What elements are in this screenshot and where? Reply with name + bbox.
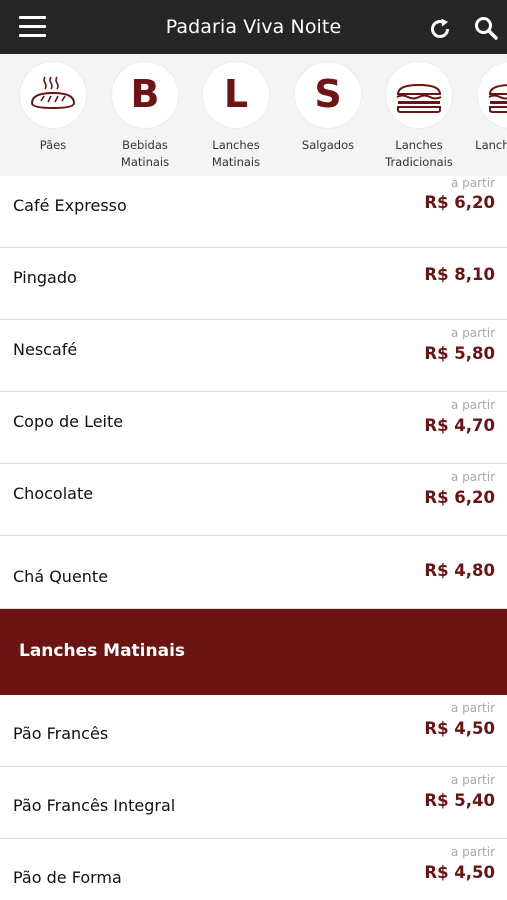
price-prefix: a partir — [450, 773, 495, 787]
list-item[interactable]: Pão Francês Integral a partir R$ 5,40 — [0, 767, 507, 839]
list-item[interactable]: Pingado R$ 8,10 — [0, 248, 507, 320]
sandwich-icon — [386, 62, 452, 128]
bread-icon — [20, 62, 86, 128]
category-label: Salgados — [301, 138, 355, 152]
item-price: R$ 6,20 — [424, 488, 495, 507]
category-label: Lanches Matinais — [211, 138, 261, 169]
price-prefix: a partir — [450, 470, 495, 484]
item-price: R$ 4,50 — [424, 863, 495, 882]
category-letter: S — [314, 72, 342, 116]
category-label: Bebidas Matinais — [120, 138, 170, 169]
list-item[interactable]: Pão de Forma a partir R$ 4,50 — [0, 839, 507, 900]
category-letter: L — [223, 72, 249, 116]
category-lanches-matinais[interactable]: L Lanches Matinais — [191, 62, 281, 171]
price-prefix: a partir — [450, 701, 495, 715]
list-item[interactable]: Nescafé a partir R$ 5,80 — [0, 320, 507, 392]
price-prefix: a partir — [450, 176, 495, 190]
category-salgados[interactable]: S Salgados — [283, 62, 373, 154]
item-name: Pingado — [13, 268, 77, 287]
menu-list: Café Expresso a partir R$ 6,20 Pingado R… — [0, 176, 507, 900]
section-title: Lanches Matinais — [19, 641, 186, 661]
sandwich-icon — [478, 62, 507, 128]
item-price: R$ 4,70 — [424, 416, 495, 435]
item-name: Pão de Forma — [13, 868, 122, 887]
list-item[interactable]: Chá Quente R$ 4,80 — [0, 536, 507, 609]
category-label: Lanches Esp — [475, 138, 507, 152]
category-carousel: Pães B Bebidas Matinais L Lanches Matina… — [0, 54, 507, 176]
list-item[interactable]: Pão Francês a partir R$ 4,50 — [0, 695, 507, 767]
category-lanches-tradicionais[interactable]: Lanches Tradicionais — [374, 62, 464, 171]
item-price: R$ 5,40 — [424, 791, 495, 810]
category-label: Lanches Tradicionais — [385, 138, 453, 169]
item-name: Café Expresso — [13, 196, 127, 215]
category-letter: B — [130, 72, 160, 116]
price-prefix: a partir — [450, 845, 495, 859]
item-name: Pão Francês — [13, 724, 109, 743]
category-label: Pães — [39, 138, 67, 152]
list-item[interactable]: Café Expresso a partir R$ 6,20 — [0, 176, 507, 248]
list-item[interactable]: Chocolate a partir R$ 6,20 — [0, 464, 507, 536]
item-name: Chá Quente — [13, 567, 109, 586]
item-name: Chocolate — [13, 484, 94, 503]
item-price: R$ 8,10 — [424, 265, 495, 284]
item-price: R$ 6,20 — [424, 193, 495, 212]
item-price: R$ 4,50 — [424, 719, 495, 738]
category-letter-badge: B — [112, 62, 178, 128]
item-price: R$ 4,80 — [424, 561, 495, 580]
price-prefix: a partir — [450, 326, 495, 340]
category-paes[interactable]: Pães — [8, 62, 98, 154]
item-name: Pão Francês Integral — [13, 796, 176, 815]
list-item[interactable]: Copo de Leite a partir R$ 4,70 — [0, 392, 507, 464]
item-name: Nescafé — [13, 340, 78, 359]
item-name: Copo de Leite — [13, 412, 124, 431]
category-letter-badge: S — [295, 62, 361, 128]
price-prefix: a partir — [450, 398, 495, 412]
refresh-icon[interactable] — [427, 16, 453, 42]
category-lanches-especiais[interactable]: Lanches Esp — [466, 62, 507, 154]
item-price: R$ 5,80 — [424, 344, 495, 363]
category-bebidas-matinais[interactable]: B Bebidas Matinais — [100, 62, 190, 171]
search-icon[interactable] — [473, 15, 499, 41]
top-app-bar: Padaria Viva Noite — [0, 0, 507, 54]
section-header: Lanches Matinais — [0, 609, 507, 695]
category-letter-badge: L — [203, 62, 269, 128]
